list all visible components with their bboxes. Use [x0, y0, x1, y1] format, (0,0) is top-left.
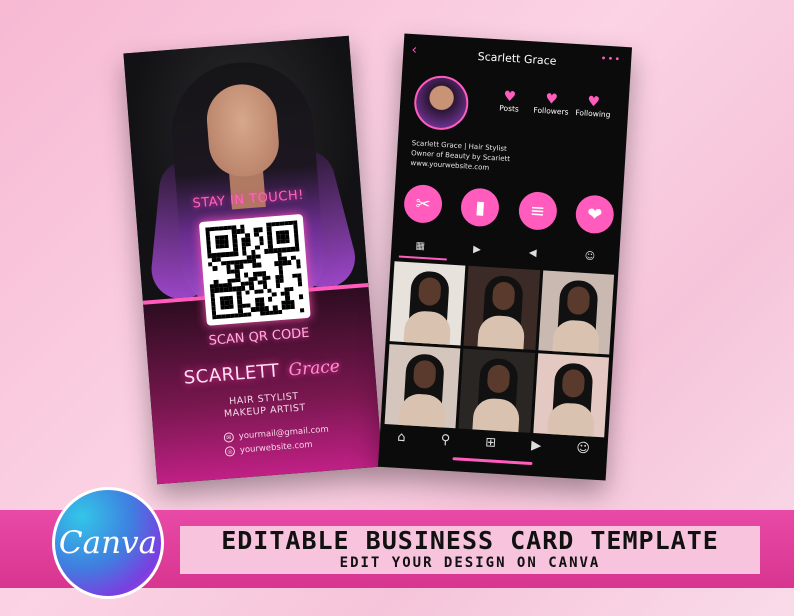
stat-label: Followers [533, 105, 569, 117]
photo-tile[interactable] [389, 261, 466, 346]
comb-icon: ≡ [517, 190, 558, 232]
banner-subtitle: EDIT YOUR DESIGN ON CANVA [339, 555, 601, 571]
qr-module [299, 307, 305, 313]
tagged-tab-icon: ☺ [584, 250, 596, 263]
lipstick-icon: ▮ [460, 187, 501, 228]
banner-title: EDITABLE BUSINESS CARD TEMPLATE [221, 526, 719, 555]
profile-icon: ☺ [575, 440, 591, 457]
canva-logo: Canva [52, 487, 164, 599]
back-business-card: ‹ Scarlett Grace ••• ♥ Posts ♥ Followers… [377, 33, 633, 481]
active-tab-indicator [398, 255, 447, 261]
story-highlights: ✂ ▮ ≡ ❤ [402, 183, 615, 235]
qr-code-pattern [205, 220, 305, 320]
mail-icon: ✉ [223, 432, 235, 443]
more-menu-icon: ••• [600, 53, 622, 66]
add-post-icon: ⊞ [484, 435, 497, 451]
profile-topbar: ‹ Scarlett Grace ••• [402, 33, 632, 81]
name-last: Grace [287, 356, 341, 381]
reels-icon: ▶ [530, 437, 542, 454]
photo-tile[interactable] [538, 270, 615, 355]
photo-figure [566, 285, 590, 316]
home-icon: ⌂ [396, 429, 407, 446]
search-icon: ⚲ [440, 432, 451, 448]
reels-tab-icon: ▶ [472, 244, 482, 256]
banner-label-panel: EDITABLE BUSINESS CARD TEMPLATE EDIT YOU… [180, 526, 760, 574]
canva-logo-text: Canva [58, 525, 158, 561]
photo-tile[interactable] [463, 265, 540, 351]
front-business-card: STAY IN TOUCH! SCAN QR CODE SCARLETT Gra… [123, 35, 383, 485]
scissors-icon: ✂ [402, 183, 444, 225]
globe-icon: ◎ [224, 446, 236, 457]
qr-code [198, 213, 311, 326]
photo-tile[interactable] [532, 353, 610, 438]
profile-tabs: ▦ ▶ ◀ ☺ [391, 239, 619, 264]
stat-label: Posts [499, 103, 520, 114]
photo-tile[interactable] [458, 348, 535, 433]
profile-bio: Scarlett Grace | Hair Stylist Owner of B… [410, 138, 511, 174]
photo-grid [384, 261, 615, 438]
profile-name: Scarlett Grace [477, 49, 557, 68]
photo-figure [561, 368, 585, 399]
home-indicator [452, 457, 533, 466]
stat-following: ♥ Following [566, 93, 621, 119]
stat-label: Following [575, 108, 611, 120]
lips-icon: ❤ [574, 194, 615, 235]
video-tab-icon: ◀ [528, 247, 537, 259]
grid-tab-icon: ▦ [415, 240, 426, 253]
photo-tile[interactable] [384, 344, 461, 429]
avatar [412, 74, 470, 132]
